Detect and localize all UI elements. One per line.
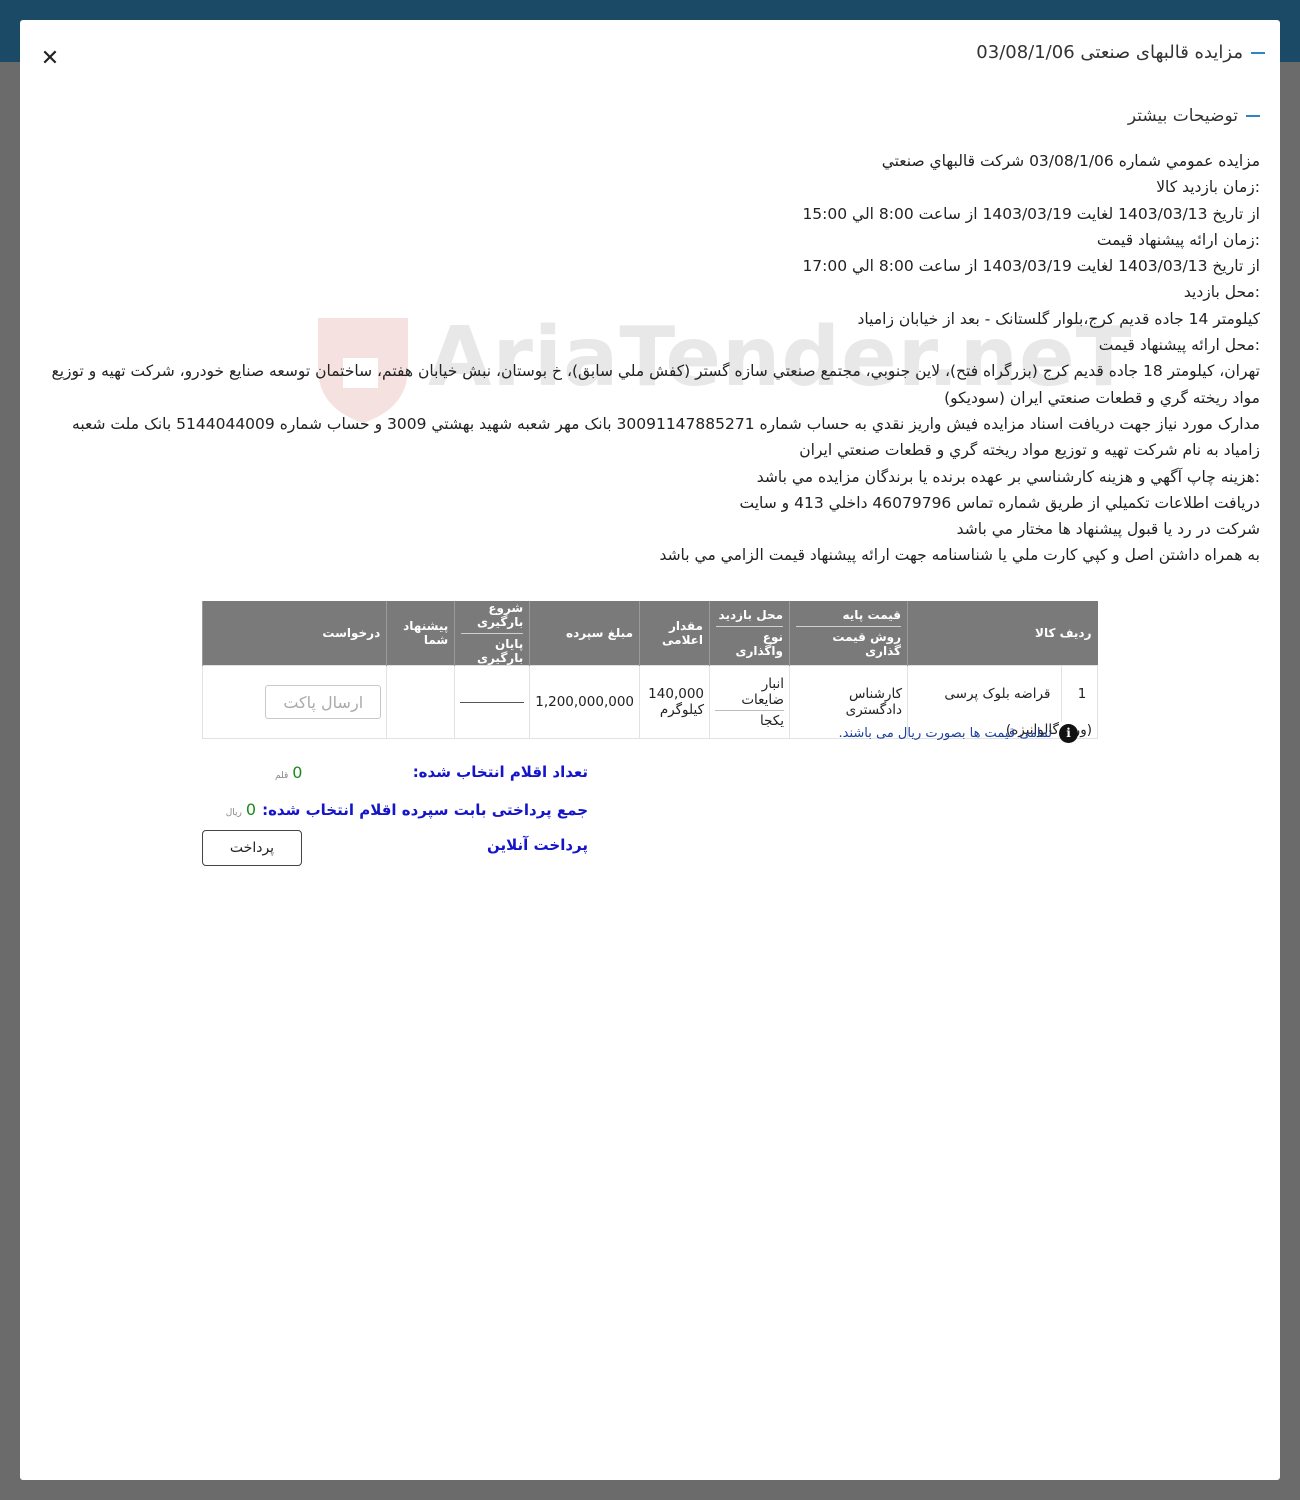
header-deposit: مبلغ سپرده [529, 601, 640, 666]
empty-dash [460, 701, 525, 703]
description-text: مزايده عمومي شماره 03/08/1/06 شركت قالبه… [44, 148, 1260, 569]
close-icon[interactable]: ✕ [38, 47, 62, 71]
header-loading: شروع بارگیری پایان بارگیری [454, 601, 530, 666]
header-visit-place: محل بازدید نوع واگذاری [709, 601, 790, 666]
collapse-dash-icon[interactable] [1251, 51, 1265, 54]
header-load-start: شروع بارگیری [476, 601, 524, 629]
description-line: :محل ارائه پیشنهاد قیمت [1098, 336, 1260, 355]
header-your-offer: پیشنهاد شما [386, 601, 455, 666]
cell-visit-place: انبار ضایعات یکجا [709, 665, 790, 739]
selected-count-value: 0 [292, 763, 303, 782]
send-envelope-button[interactable]: ارسال پاکت [265, 685, 382, 719]
description-line: :زمان ارائه پیشنهاد قیمت [1096, 230, 1260, 249]
cell-loading [454, 665, 531, 739]
description-line: از تاریخ 1403/03/13 لغایت 1403/03/19 از … [802, 257, 1260, 276]
table-header-row: ردیف کالا قیمت پایه روش قیمت گذاری محل ب… [201, 601, 1098, 666]
assign-type: یکجا [759, 712, 784, 729]
header-row-item: ردیف کالا [907, 601, 1098, 666]
modal-title-text: مزایده قالبهای صنعتی 03/08/1/06 [976, 42, 1243, 63]
visit-place: انبار ضایعات [715, 676, 784, 711]
description-line: مدارک مورد نیاز جهت دریافت اسناد مزايده … [72, 414, 1260, 460]
total-payment-row: جمع پرداختی بابت سپرده اقلام انتخاب شده:… [226, 800, 588, 819]
section-title-text: توضیحات بیشتر [1127, 106, 1238, 126]
header-base-price-label: قیمت پایه [842, 608, 901, 622]
description-line: تهران، كيلومتر 18 جاده قديم كرج (بزرگراه… [51, 362, 1260, 407]
auction-modal: ✕ مزایده قالبهای صنعتی 03/08/1/06 توضیحا… [20, 20, 1280, 1480]
description-line: از تاریخ 1403/03/13 لغایت 1403/03/19 از … [802, 204, 1260, 223]
selected-count-label: تعداد اقلام انتخاب شده: [412, 763, 588, 781]
total-payment-label: جمع پرداختی بابت سپرده اقلام انتخاب شده: [262, 801, 588, 819]
selected-count-value-row: 0 قلم [275, 763, 308, 782]
header-pricing-method: روش قیمت گذاری [796, 626, 901, 658]
quantity-value: 140,000 [648, 686, 704, 702]
currency-note: i تمامی قیمت ها بصورت ریال می باشند. [838, 724, 1078, 743]
description-line: به همراه داشتن اصل و كپي كارت ملي يا شنا… [659, 546, 1260, 565]
online-payment-row: پرداخت آنلاین [487, 836, 588, 854]
description-line: شرکت در رد یا قبول پیشنهاد ها مختار مي ب… [956, 520, 1260, 539]
description-line: :محل بازدید [1183, 283, 1260, 302]
header-quantity: مقدار اعلامی [639, 601, 710, 666]
header-visit-place-label: محل بازدید [718, 608, 783, 622]
description-line: :زمان بازدید کالا [1156, 178, 1260, 197]
total-payment-value: 0 [245, 800, 257, 819]
header-base-price: قیمت پایه روش قیمت گذاری [789, 601, 908, 666]
selected-count-unit: قلم [275, 771, 289, 781]
online-payment-label: پرداخت آنلاین [486, 836, 588, 854]
items-table: ردیف کالا قیمت پایه روش قیمت گذاری محل ب… [201, 601, 1098, 739]
header-assign-type: نوع واگذاری [716, 626, 783, 658]
description-line: دريافت اطلاعات تكميلي از طريق شماره تماس… [739, 493, 1260, 512]
currency-note-text: تمامی قیمت ها بصورت ریال می باشند. [838, 726, 1053, 741]
header-load-end: پایان بارگیری [461, 633, 524, 665]
collapse-dash-icon[interactable] [1246, 115, 1260, 117]
section-title: توضیحات بیشتر [1128, 106, 1260, 126]
pay-button[interactable]: پرداخت [202, 830, 302, 866]
row-number: 1 [1077, 686, 1087, 702]
cell-deposit: 1,200,000,000 [529, 665, 640, 739]
total-payment-unit: ریال [225, 808, 242, 818]
description-line: مزايده عمومي شماره 03/08/1/06 شركت قالبه… [881, 152, 1260, 170]
modal-title: مزایده قالبهای صنعتی 03/08/1/06 [976, 42, 1265, 63]
cell-request: ارسال پاکت [201, 665, 388, 739]
cell-your-offer[interactable] [386, 665, 456, 739]
header-request: درخواست [201, 601, 387, 666]
info-icon: i [1059, 724, 1078, 743]
selected-count-row: تعداد اقلام انتخاب شده: [413, 763, 588, 781]
description-line: :هزینه چاپ آگهي و هزينه كارشناسي بر عهده… [756, 467, 1260, 486]
description-line: كيلومتر 14 جاده قديم كرج،بلوار گلستانک -… [857, 309, 1260, 328]
cell-quantity: 140,000 کیلوگرم [639, 665, 710, 739]
quantity-unit: کیلوگرم [659, 702, 704, 718]
